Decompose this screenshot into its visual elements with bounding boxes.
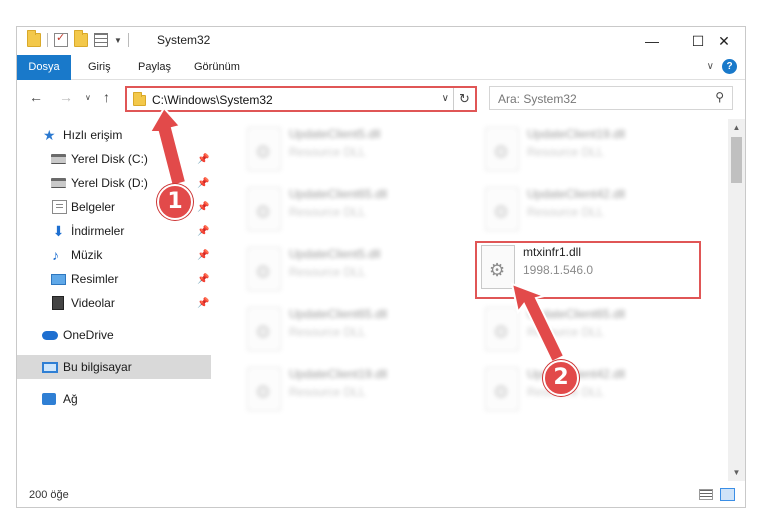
arrow-step-2	[510, 282, 566, 364]
arrow-step-1	[148, 106, 188, 188]
step-1-badge: 1	[157, 184, 193, 220]
annotation-arrows	[148, 106, 566, 364]
step-2-badge: 2	[543, 360, 579, 396]
